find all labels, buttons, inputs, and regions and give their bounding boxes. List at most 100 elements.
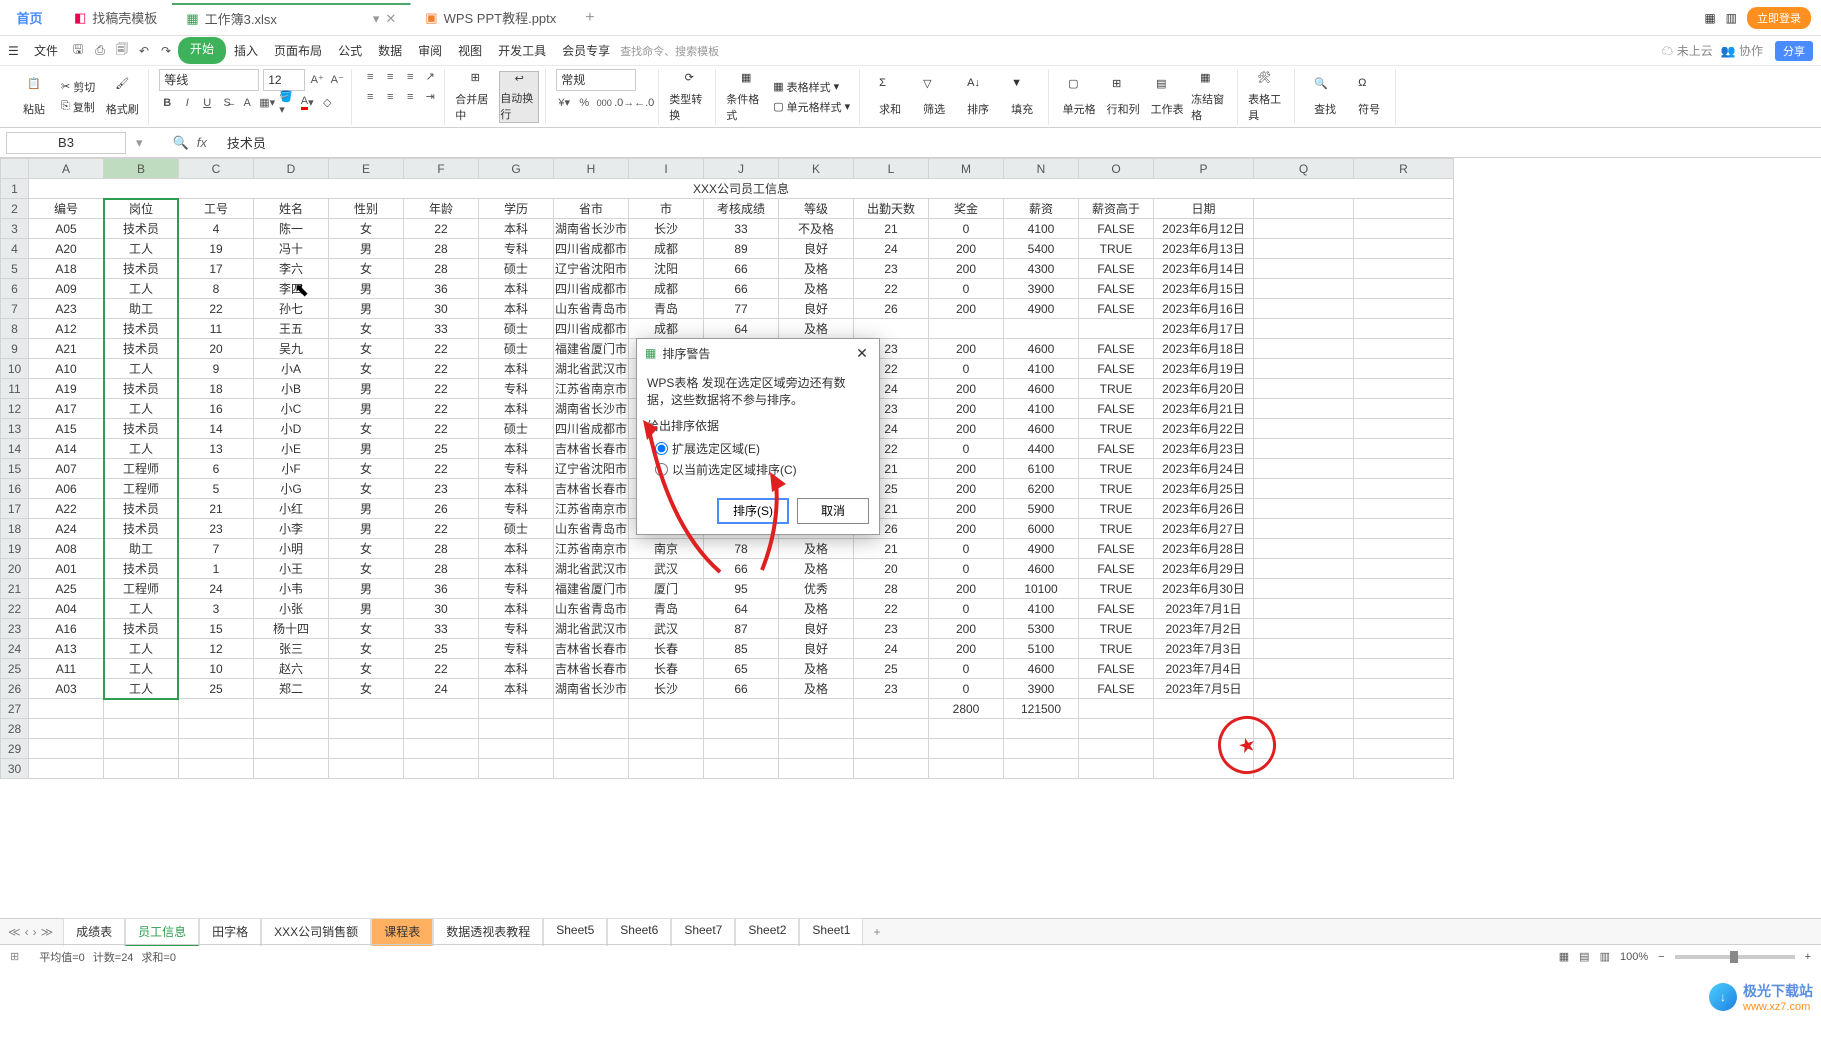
data-cell[interactable]: 工人 [104, 279, 179, 299]
data-cell[interactable]: 长春 [629, 639, 704, 659]
sort-button[interactable]: A↓排序 [958, 71, 998, 123]
sheet-tab-数据透视表教程[interactable]: 数据透视表教程 [433, 918, 543, 946]
data-cell[interactable]: 助工 [104, 299, 179, 319]
data-cell[interactable]: 0 [929, 599, 1004, 619]
data-cell[interactable]: 36 [404, 279, 479, 299]
font-color-icon[interactable]: A▾ [299, 95, 315, 111]
data-cell[interactable]: 2023年7月2日 [1154, 619, 1254, 639]
sheet-tab-XXX公司销售额[interactable]: XXX公司销售额 [261, 918, 371, 946]
data-cell[interactable]: 专科 [479, 239, 554, 259]
data-cell[interactable]: A05 [29, 219, 104, 239]
data-cell[interactable]: 2023年6月30日 [1154, 579, 1254, 599]
data-cell[interactable]: TRUE [1079, 419, 1154, 439]
data-cell[interactable]: 专科 [479, 459, 554, 479]
data-cell[interactable]: FALSE [1079, 539, 1154, 559]
data-cell[interactable]: 山东省青岛市 [554, 599, 629, 619]
data-cell[interactable]: FALSE [1079, 659, 1154, 679]
data-cell[interactable]: 0 [929, 439, 1004, 459]
view-break-icon[interactable]: ▥ [1600, 950, 1610, 963]
sheet-tab-课程表[interactable]: 课程表 [371, 918, 433, 946]
data-cell[interactable]: A01 [29, 559, 104, 579]
data-cell[interactable]: 26 [854, 299, 929, 319]
data-cell[interactable]: 李四 [254, 279, 329, 299]
header-cell[interactable]: 考核成绩 [704, 199, 779, 219]
data-cell[interactable]: 200 [929, 379, 1004, 399]
data-cell[interactable]: 1 [179, 559, 254, 579]
data-cell[interactable]: 技术员 [104, 519, 179, 539]
cells-button[interactable]: ▢单元格 [1059, 71, 1099, 123]
column-header-B[interactable]: B [104, 159, 179, 179]
add-sheet-button[interactable]: + [865, 925, 888, 939]
data-cell[interactable] [929, 319, 1004, 339]
data-cell[interactable]: 10100 [1004, 579, 1079, 599]
data-cell[interactable]: 男 [329, 599, 404, 619]
filter-button[interactable]: ▽筛选 [914, 71, 954, 123]
data-cell[interactable]: 85 [704, 639, 779, 659]
data-cell[interactable]: 女 [329, 559, 404, 579]
auto-wrap-button[interactable]: ↩ 自动换行 [499, 71, 539, 123]
data-cell[interactable]: 小韦 [254, 579, 329, 599]
font-size-combo[interactable]: 12 [263, 69, 305, 91]
data-cell[interactable]: 山东省青岛市 [554, 299, 629, 319]
data-cell[interactable]: 小G [254, 479, 329, 499]
data-cell[interactable]: 2023年6月19日 [1154, 359, 1254, 379]
italic-icon[interactable]: I [179, 95, 195, 111]
data-cell[interactable]: 36 [404, 579, 479, 599]
data-cell[interactable]: 本科 [479, 679, 554, 699]
data-cell[interactable]: 2023年6月17日 [1154, 319, 1254, 339]
spreadsheet-grid[interactable]: ABCDEFGHIJKLMNOPQR1XXX公司员工信息2编号岗位工号姓名性别年… [0, 158, 1821, 918]
data-cell[interactable]: 0 [929, 679, 1004, 699]
data-cell[interactable]: TRUE [1079, 639, 1154, 659]
data-cell[interactable]: A23 [29, 299, 104, 319]
bold-icon[interactable]: B [159, 95, 175, 111]
data-cell[interactable]: 专科 [479, 499, 554, 519]
data-cell[interactable]: 33 [404, 319, 479, 339]
data-cell[interactable]: 湖南省长沙市 [554, 679, 629, 699]
data-cell[interactable]: 4600 [1004, 339, 1079, 359]
data-cell[interactable]: 湖南省长沙市 [554, 399, 629, 419]
data-cell[interactable]: 200 [929, 499, 1004, 519]
column-header-K[interactable]: K [779, 159, 854, 179]
data-cell[interactable]: 技术员 [104, 499, 179, 519]
data-cell[interactable]: 专科 [479, 639, 554, 659]
data-cell[interactable]: 95 [704, 579, 779, 599]
data-cell[interactable]: 4600 [1004, 659, 1079, 679]
fill-color-icon[interactable]: 🪣▾ [279, 95, 295, 111]
data-cell[interactable]: 福建省厦门市 [554, 339, 629, 359]
radio-current-input[interactable] [655, 463, 668, 476]
hamburger-icon[interactable]: ☰ [8, 44, 24, 58]
data-cell[interactable]: 2023年6月20日 [1154, 379, 1254, 399]
data-cell[interactable]: 及格 [779, 659, 854, 679]
data-cell[interactable]: 22 [404, 419, 479, 439]
data-cell[interactable]: 本科 [479, 479, 554, 499]
data-cell[interactable]: 良好 [779, 239, 854, 259]
header-cell[interactable]: 省市 [554, 199, 629, 219]
data-cell[interactable]: 男 [329, 239, 404, 259]
symbols-button[interactable]: Ω符号 [1349, 71, 1389, 123]
data-cell[interactable]: 4400 [1004, 439, 1079, 459]
data-cell[interactable]: 4 [179, 219, 254, 239]
data-cell[interactable]: TRUE [1079, 579, 1154, 599]
data-cell[interactable]: 21 [179, 499, 254, 519]
sheet-prev-icon[interactable]: ‹ [25, 925, 29, 939]
data-cell[interactable]: 2023年6月14日 [1154, 259, 1254, 279]
data-cell[interactable]: 硕士 [479, 319, 554, 339]
column-header-J[interactable]: J [704, 159, 779, 179]
data-cell[interactable]: TRUE [1079, 479, 1154, 499]
data-cell[interactable]: FALSE [1079, 219, 1154, 239]
data-cell[interactable]: 22 [179, 299, 254, 319]
data-cell[interactable]: 200 [929, 339, 1004, 359]
view-page-icon[interactable]: ▤ [1579, 950, 1589, 963]
worksheet-button[interactable]: ▤工作表 [1147, 71, 1187, 123]
data-cell[interactable]: 江苏省南京市 [554, 499, 629, 519]
data-cell[interactable]: FALSE [1079, 259, 1154, 279]
data-cell[interactable]: 小红 [254, 499, 329, 519]
data-cell[interactable]: FALSE [1079, 679, 1154, 699]
align-right-icon[interactable]: ≡ [402, 89, 418, 105]
data-cell[interactable]: 22 [404, 519, 479, 539]
data-cell[interactable]: 28 [404, 539, 479, 559]
data-cell[interactable]: 4900 [1004, 539, 1079, 559]
data-cell[interactable]: 孙七 [254, 299, 329, 319]
column-header-L[interactable]: L [854, 159, 929, 179]
menu-会员专享[interactable]: 会员专享 [554, 37, 618, 64]
